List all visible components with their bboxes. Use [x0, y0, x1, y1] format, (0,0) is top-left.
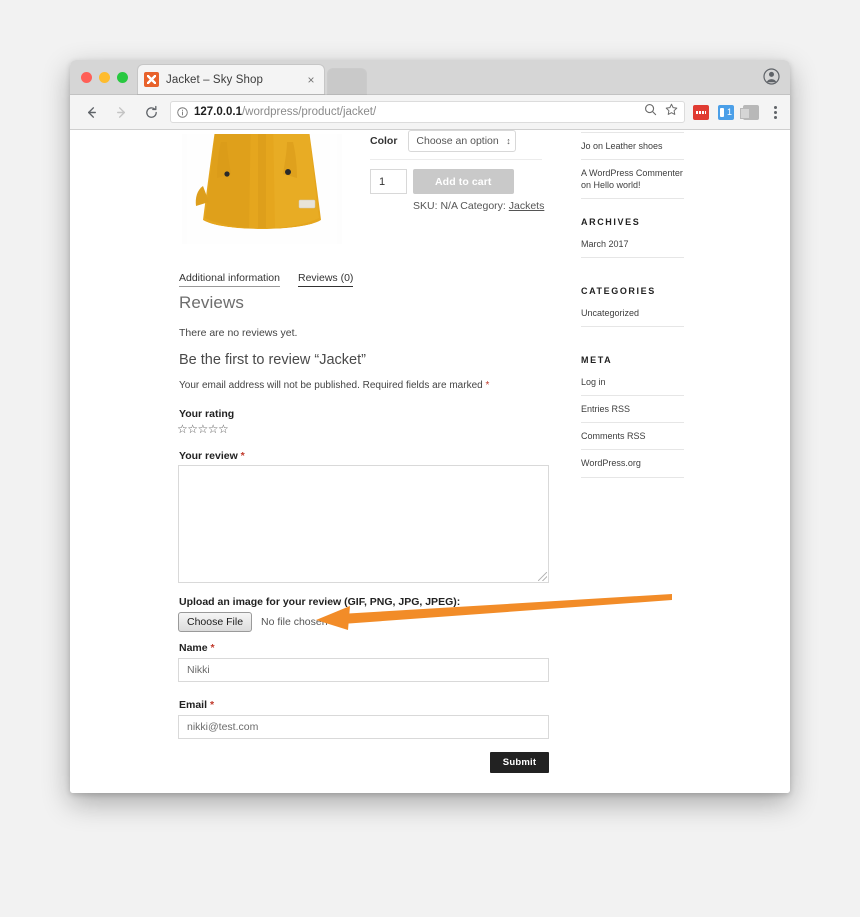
- categories-widget: CATEGORIES Uncategorized: [581, 286, 684, 328]
- list-item[interactable]: March 2017: [581, 231, 684, 259]
- address-bar[interactable]: 127.0.0.1/wordpress/product/jacket/: [170, 101, 685, 123]
- tab-title: Jacket – Sky Shop: [166, 73, 263, 86]
- archives-heading: ARCHIVES: [581, 217, 641, 227]
- list-item[interactable]: Jo on Leather shoes: [581, 132, 684, 161]
- reload-icon[interactable]: [138, 99, 164, 125]
- required-asterisk: *: [485, 380, 490, 391]
- window-controls: [81, 72, 128, 83]
- email-label: Email *: [179, 699, 214, 711]
- product-image[interactable]: [182, 134, 342, 244]
- privacy-notice: Your email address will not be published…: [179, 380, 489, 391]
- email-input[interactable]: nikki@test.com: [178, 715, 549, 739]
- product-meta: SKU: N/A Category: Jackets: [413, 200, 544, 212]
- rating-label: Your rating: [179, 408, 235, 420]
- resize-handle[interactable]: [538, 572, 547, 581]
- browser-tab[interactable]: Jacket – Sky Shop ×: [138, 65, 324, 94]
- extension-icon-gray[interactable]: [740, 104, 759, 120]
- screenshot-root: Jacket – Sky Shop × 127.0.0.1/wordpress/…: [0, 0, 860, 917]
- profile-avatar-icon[interactable]: [763, 68, 780, 85]
- minimize-window-button[interactable]: [99, 72, 110, 83]
- submit-button[interactable]: Submit: [490, 752, 549, 773]
- close-window-button[interactable]: [81, 72, 92, 83]
- new-tab-button[interactable]: [328, 69, 366, 94]
- back-arrow-icon[interactable]: [78, 99, 104, 125]
- star-icon[interactable]: [665, 103, 678, 121]
- tab-additional-information[interactable]: Additional information: [179, 272, 280, 287]
- required-asterisk: *: [209, 699, 215, 711]
- product-tabs: Additional information Reviews (0): [179, 272, 354, 287]
- browser-window: Jacket – Sky Shop × 127.0.0.1/wordpress/…: [70, 60, 790, 793]
- jacket-photo: [187, 134, 337, 244]
- meta-widget: META Log in Entries RSS Comments RSS Wor…: [581, 355, 684, 478]
- star-rating-widget[interactable]: ☆☆☆☆☆: [177, 422, 229, 436]
- categories-heading: CATEGORIES: [581, 286, 656, 296]
- name-input[interactable]: Nikki: [178, 658, 549, 682]
- forward-arrow-icon[interactable]: [108, 99, 134, 125]
- close-icon[interactable]: ×: [304, 74, 318, 86]
- browser-tabstrip: Jacket – Sky Shop ×: [70, 60, 790, 95]
- extension-icon-red[interactable]: [693, 104, 709, 120]
- category-link-jackets[interactable]: Jackets: [509, 200, 545, 212]
- name-label: Name *: [179, 642, 215, 654]
- list-item[interactable]: Entries RSS: [581, 396, 684, 424]
- choose-file-button[interactable]: Choose File: [178, 612, 253, 632]
- add-to-cart-button[interactable]: Add to cart: [413, 169, 514, 194]
- list-item[interactable]: Comments RSS: [581, 423, 684, 451]
- page-viewport: Color Choose an option 1 Add to cart SKU…: [70, 130, 790, 793]
- review-textarea[interactable]: [178, 465, 549, 583]
- browser-toolbar: 127.0.0.1/wordpress/product/jacket/: [70, 95, 790, 130]
- maximize-window-button[interactable]: [117, 72, 128, 83]
- divider: [370, 159, 542, 160]
- extension-icons: [693, 104, 759, 120]
- no-file-chosen-text: No file chosen: [261, 616, 328, 628]
- list-item[interactable]: WordPress.org: [581, 450, 684, 478]
- omnibox-actions: [636, 103, 678, 121]
- name-label-text: Name: [179, 642, 211, 654]
- sku-value: N/A: [440, 200, 458, 212]
- search-magnifier-icon[interactable]: [644, 103, 657, 121]
- required-asterisk: *: [240, 450, 245, 462]
- url-host: 127.0.0.1: [194, 106, 242, 118]
- quantity-input[interactable]: 1: [370, 169, 407, 194]
- file-upload-row: Choose File No file chosen: [178, 612, 328, 632]
- color-select[interactable]: Choose an option: [408, 130, 516, 152]
- privacy-notice-text: Your email address will not be published…: [179, 380, 486, 391]
- sky-shop-favicon: [144, 72, 159, 87]
- email-label-text: Email: [179, 699, 210, 711]
- kebab-menu-icon[interactable]: [768, 103, 782, 121]
- url-path: /wordpress/product/jacket/: [241, 106, 377, 118]
- extension-icon-blue[interactable]: [718, 104, 734, 120]
- list-item[interactable]: Uncategorized: [581, 300, 684, 328]
- address-bar-url: 127.0.0.1/wordpress/product/jacket/: [194, 106, 376, 118]
- product-variation-row: Color Choose an option: [370, 130, 542, 152]
- required-asterisk: *: [210, 642, 215, 654]
- review-label-text: Your review: [179, 450, 241, 462]
- reviews-heading: Reviews: [179, 293, 244, 312]
- attribute-label-color: Color: [370, 135, 398, 147]
- review-form-heading: Be the first to review “Jacket”: [179, 352, 366, 368]
- upload-label: Upload an image for your review (GIF, PN…: [179, 596, 461, 608]
- tab-reviews[interactable]: Reviews (0): [297, 272, 354, 287]
- meta-heading: META: [581, 355, 613, 365]
- recent-comments-widget: Jo on Leather shoes A WordPress Commente…: [581, 132, 684, 200]
- sku-label: SKU:: [413, 200, 438, 212]
- archives-widget: ARCHIVES March 2017: [581, 217, 684, 259]
- add-to-cart-row: 1 Add to cart: [370, 169, 514, 194]
- no-reviews-text: There are no reviews yet.: [179, 327, 298, 339]
- category-label: Category:: [460, 200, 506, 212]
- list-item[interactable]: A WordPress Commenter on Hello world!: [581, 160, 684, 200]
- info-circle-icon[interactable]: [177, 106, 188, 118]
- list-item[interactable]: Log in: [581, 369, 684, 397]
- review-label: Your review *: [179, 450, 245, 462]
